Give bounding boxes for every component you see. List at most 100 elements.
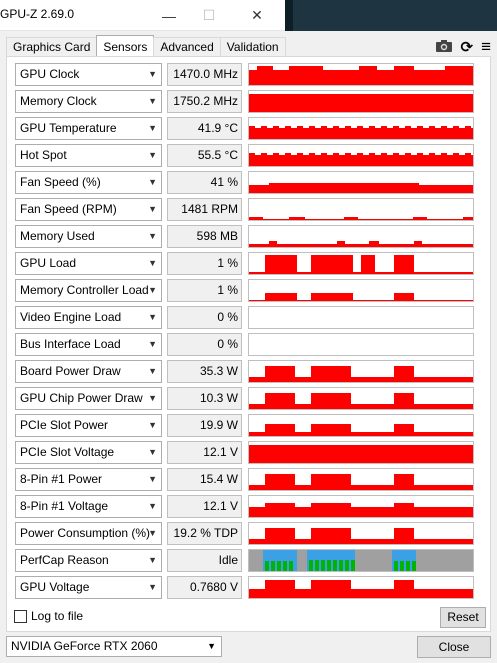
sensor-select[interactable]: GPU Temperature ▼ [15, 117, 162, 140]
sensor-label: Video Engine Load [20, 310, 122, 324]
chevron-down-icon: ▼ [148, 447, 157, 457]
sensor-graph-plot [249, 126, 473, 139]
chevron-down-icon: ▼ [148, 258, 157, 268]
gpu-select-value: NVIDIA GeForce RTX 2060 [11, 639, 158, 653]
sensor-label: GPU Clock [20, 67, 80, 81]
sensor-graph-plot [249, 307, 473, 328]
sensor-label: Memory Used [20, 229, 95, 243]
sensor-graph-plot [249, 255, 473, 274]
sensor-graph-plot [249, 94, 473, 112]
tab-advanced[interactable]: Advanced [153, 37, 221, 57]
chevron-down-icon: ▼ [207, 641, 216, 651]
sensor-select[interactable]: PCIe Slot Power ▼ [15, 414, 162, 437]
sensor-value: 55.5 °C [167, 144, 242, 167]
tab-validation[interactable]: Validation [219, 37, 286, 57]
sensor-value: 41 % [167, 171, 242, 194]
sensor-graph [248, 495, 474, 518]
sensor-row: GPU Voltage ▼ 0.7680 V [15, 576, 475, 599]
chevron-down-icon: ▼ [148, 204, 157, 214]
chevron-down-icon: ▼ [148, 177, 157, 187]
sensor-graph [248, 279, 474, 302]
sensor-label: Memory Controller Load [20, 283, 149, 297]
sensor-select[interactable]: GPU Clock ▼ [15, 63, 162, 86]
sensor-row: Memory Clock ▼ 1750.2 MHz [15, 90, 475, 113]
sensor-value: 10.3 W [167, 387, 242, 410]
sensor-row: 8-Pin #1 Power ▼ 15.4 W [15, 468, 475, 491]
sensor-label: Bus Interface Load [20, 337, 121, 351]
menu-icon[interactable]: ≡ [481, 37, 491, 57]
toolbar: ⟳ ≡ [435, 37, 491, 57]
sensor-row: Board Power Draw ▼ 35.3 W [15, 360, 475, 383]
sensor-label: Hot Spot [20, 148, 67, 162]
sensor-graph [248, 252, 474, 275]
sensor-value: 12.1 V [167, 441, 242, 464]
close-window-button[interactable]: ✕ [234, 0, 280, 31]
close-icon: ✕ [251, 7, 263, 23]
sensor-value: 12.1 V [167, 495, 242, 518]
chevron-down-icon: ▼ [148, 474, 157, 484]
sensor-row: GPU Temperature ▼ 41.9 °C [15, 117, 475, 140]
sensor-select[interactable]: Fan Speed (%) ▼ [15, 171, 162, 194]
sensor-select[interactable]: Video Engine Load ▼ [15, 306, 162, 329]
sensor-graph-plot [249, 393, 473, 409]
sensor-select[interactable]: Power Consumption (%) ▼ [15, 522, 162, 545]
sensor-select[interactable]: Memory Controller Load ▼ [15, 279, 162, 302]
sensor-row: Power Consumption (%) ▼ 19.2 % TDP [15, 522, 475, 545]
sensor-value: 1 % [167, 252, 242, 275]
sensor-value: 0 % [167, 306, 242, 329]
sensor-graph [248, 549, 474, 572]
gpu-select[interactable]: NVIDIA GeForce RTX 2060 ▼ [6, 636, 222, 657]
sensor-select[interactable]: GPU Chip Power Draw ▼ [15, 387, 162, 410]
sensor-row: GPU Load ▼ 1 % [15, 252, 475, 275]
sensor-label: GPU Temperature [20, 121, 117, 135]
tab-graphics-card[interactable]: Graphics Card [6, 37, 98, 57]
sensor-graph [248, 144, 474, 167]
camera-icon[interactable] [435, 39, 453, 56]
sensor-select[interactable]: Hot Spot ▼ [15, 144, 162, 167]
chevron-down-icon: ▼ [148, 231, 157, 241]
sensor-select[interactable]: GPU Load ▼ [15, 252, 162, 275]
sensor-graph-plot [249, 153, 473, 166]
log-to-file[interactable]: Log to file [14, 609, 83, 623]
sensor-select[interactable]: 8-Pin #1 Voltage ▼ [15, 495, 162, 518]
tab-sensors[interactable]: Sensors [96, 35, 155, 57]
log-to-file-checkbox[interactable] [14, 609, 27, 623]
sensor-label: PCIe Slot Power [20, 418, 109, 432]
sensor-label: Power Consumption (%) [20, 526, 151, 540]
sensor-graph [248, 171, 474, 194]
chevron-down-icon: ▼ [148, 582, 157, 592]
sensor-label: PCIe Slot Voltage [20, 445, 115, 459]
close-button[interactable]: Close [417, 636, 491, 658]
sensor-select[interactable]: 8-Pin #1 Power ▼ [15, 468, 162, 491]
sensor-select[interactable]: Board Power Draw ▼ [15, 360, 162, 383]
sensor-select[interactable]: Bus Interface Load ▼ [15, 333, 162, 356]
sensor-row: PCIe Slot Power ▼ 19.9 W [15, 414, 475, 437]
sensor-row: Bus Interface Load ▼ 0 % [15, 333, 475, 356]
chevron-down-icon: ▼ [148, 555, 157, 565]
sensor-select[interactable]: Memory Used ▼ [15, 225, 162, 248]
maximize-button[interactable]: ☐ [186, 0, 232, 31]
sensor-row: Memory Controller Load ▼ 1 % [15, 279, 475, 302]
sensor-select[interactable]: Memory Clock ▼ [15, 90, 162, 113]
sensor-select[interactable]: Fan Speed (RPM) ▼ [15, 198, 162, 221]
refresh-icon[interactable]: ⟳ [461, 38, 474, 56]
sensors-panel: GPU Clock ▼ 1470.0 MHz Memory Clock ▼ 1750.2 … [6, 56, 491, 632]
log-to-file-label: Log to file [31, 609, 84, 623]
sensor-graph-plot [249, 334, 473, 355]
sensor-value: 19.2 % TDP [167, 522, 242, 545]
sensor-value: 1 % [167, 279, 242, 302]
sensor-graph-plot [249, 528, 473, 544]
reset-button[interactable]: Reset [440, 607, 486, 628]
sensor-select[interactable]: GPU Voltage ▼ [15, 576, 162, 599]
sensor-graph-plot [249, 241, 473, 247]
sensor-select[interactable]: PerfCap Reason ▼ [15, 549, 162, 572]
sensor-graph [248, 63, 474, 86]
sensor-graph [248, 117, 474, 140]
sensor-row: Hot Spot ▼ 55.5 °C [15, 144, 475, 167]
sensor-value: 1481 RPM [167, 198, 242, 221]
sensor-select[interactable]: PCIe Slot Voltage ▼ [15, 441, 162, 464]
sensor-graph [248, 387, 474, 410]
sensor-label: PerfCap Reason [20, 553, 109, 567]
sensor-label: 8-Pin #1 Voltage [20, 499, 109, 513]
chevron-down-icon: ▼ [148, 393, 157, 403]
